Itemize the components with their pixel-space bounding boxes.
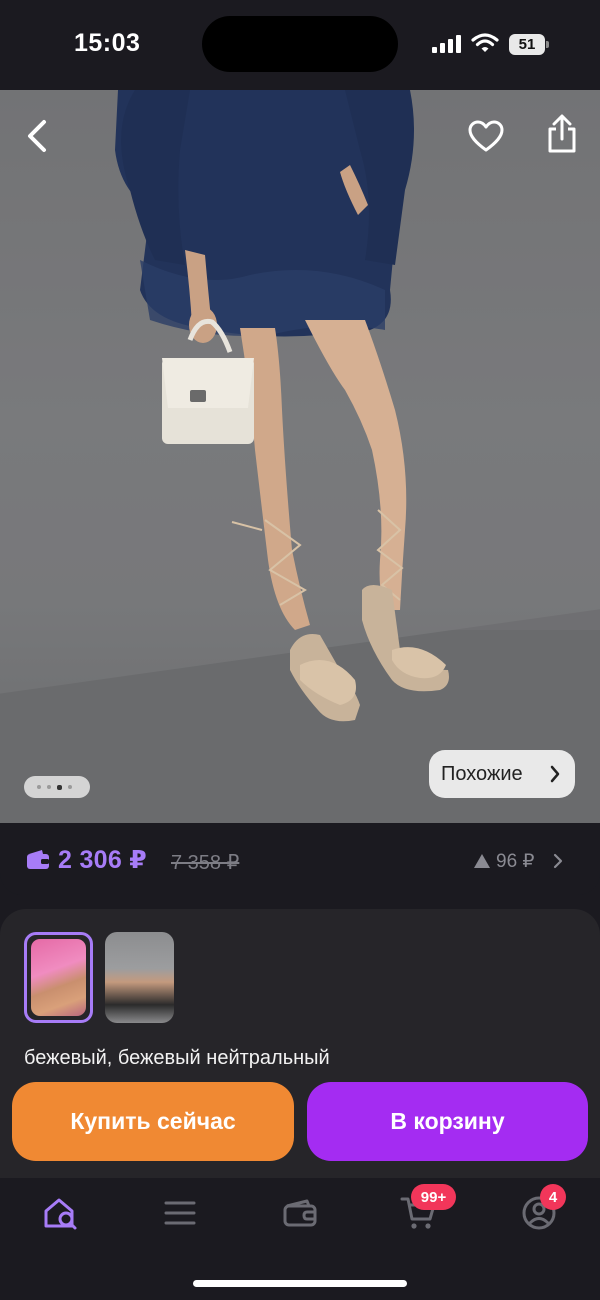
status-time: 15:03 [74,29,141,57]
home-indicator [193,1280,407,1287]
buy-now-button[interactable]: Купить сейчас [12,1082,294,1161]
price-old: 7 358 ₽ [171,852,240,874]
add-to-cart-button[interactable]: В корзину [307,1082,588,1161]
battery-level: 51 [509,34,545,55]
variant-thumbnail-selected[interactable] [24,932,93,1023]
wifi-icon [471,32,499,54]
wallet-icon [27,850,49,869]
carousel-dot [47,785,51,789]
status-bar: 15:03 51 [0,0,600,90]
back-arrow-icon [28,120,46,152]
carousel-dot [37,785,41,789]
product-image [0,90,600,722]
battery-icon: 51 [509,34,549,55]
back-button[interactable] [12,110,64,162]
cart-badge: 99+ [411,1184,456,1210]
chevron-right-icon [553,853,563,869]
wallet-icon [283,1199,317,1227]
tab-wallet[interactable] [270,1190,330,1236]
price-strip[interactable]: 2 306 ₽ 7 358 ₽ 96 ₽ [0,823,600,895]
carousel-dot-active [57,784,62,790]
similar-label: Похожие [441,762,523,785]
share-button[interactable] [536,108,588,160]
tab-catalog[interactable] [150,1190,210,1236]
home-search-icon [44,1198,77,1230]
chevron-right-icon [550,765,560,783]
similar-button[interactable]: Похожие [429,750,575,798]
share-icon [548,114,576,153]
carousel-indicator [24,776,90,798]
variant-thumbnail[interactable] [105,932,174,1023]
price-difference: 96 ₽ [496,851,535,872]
signal-icon [432,35,464,53]
profile-badge: 4 [540,1184,566,1210]
variant-color-label: бежевый, бежевый нейтральный [24,1047,330,1069]
price-current: 2 306 ₽ [58,846,148,874]
tab-home-search[interactable] [30,1190,90,1236]
product-photo[interactable]: Похожие [0,90,600,823]
menu-icon [164,1201,196,1225]
favorite-button[interactable] [460,110,512,162]
triangle-up-icon [474,854,490,868]
heart-icon [468,120,504,152]
dynamic-island [202,16,398,72]
carousel-dot [68,785,72,789]
